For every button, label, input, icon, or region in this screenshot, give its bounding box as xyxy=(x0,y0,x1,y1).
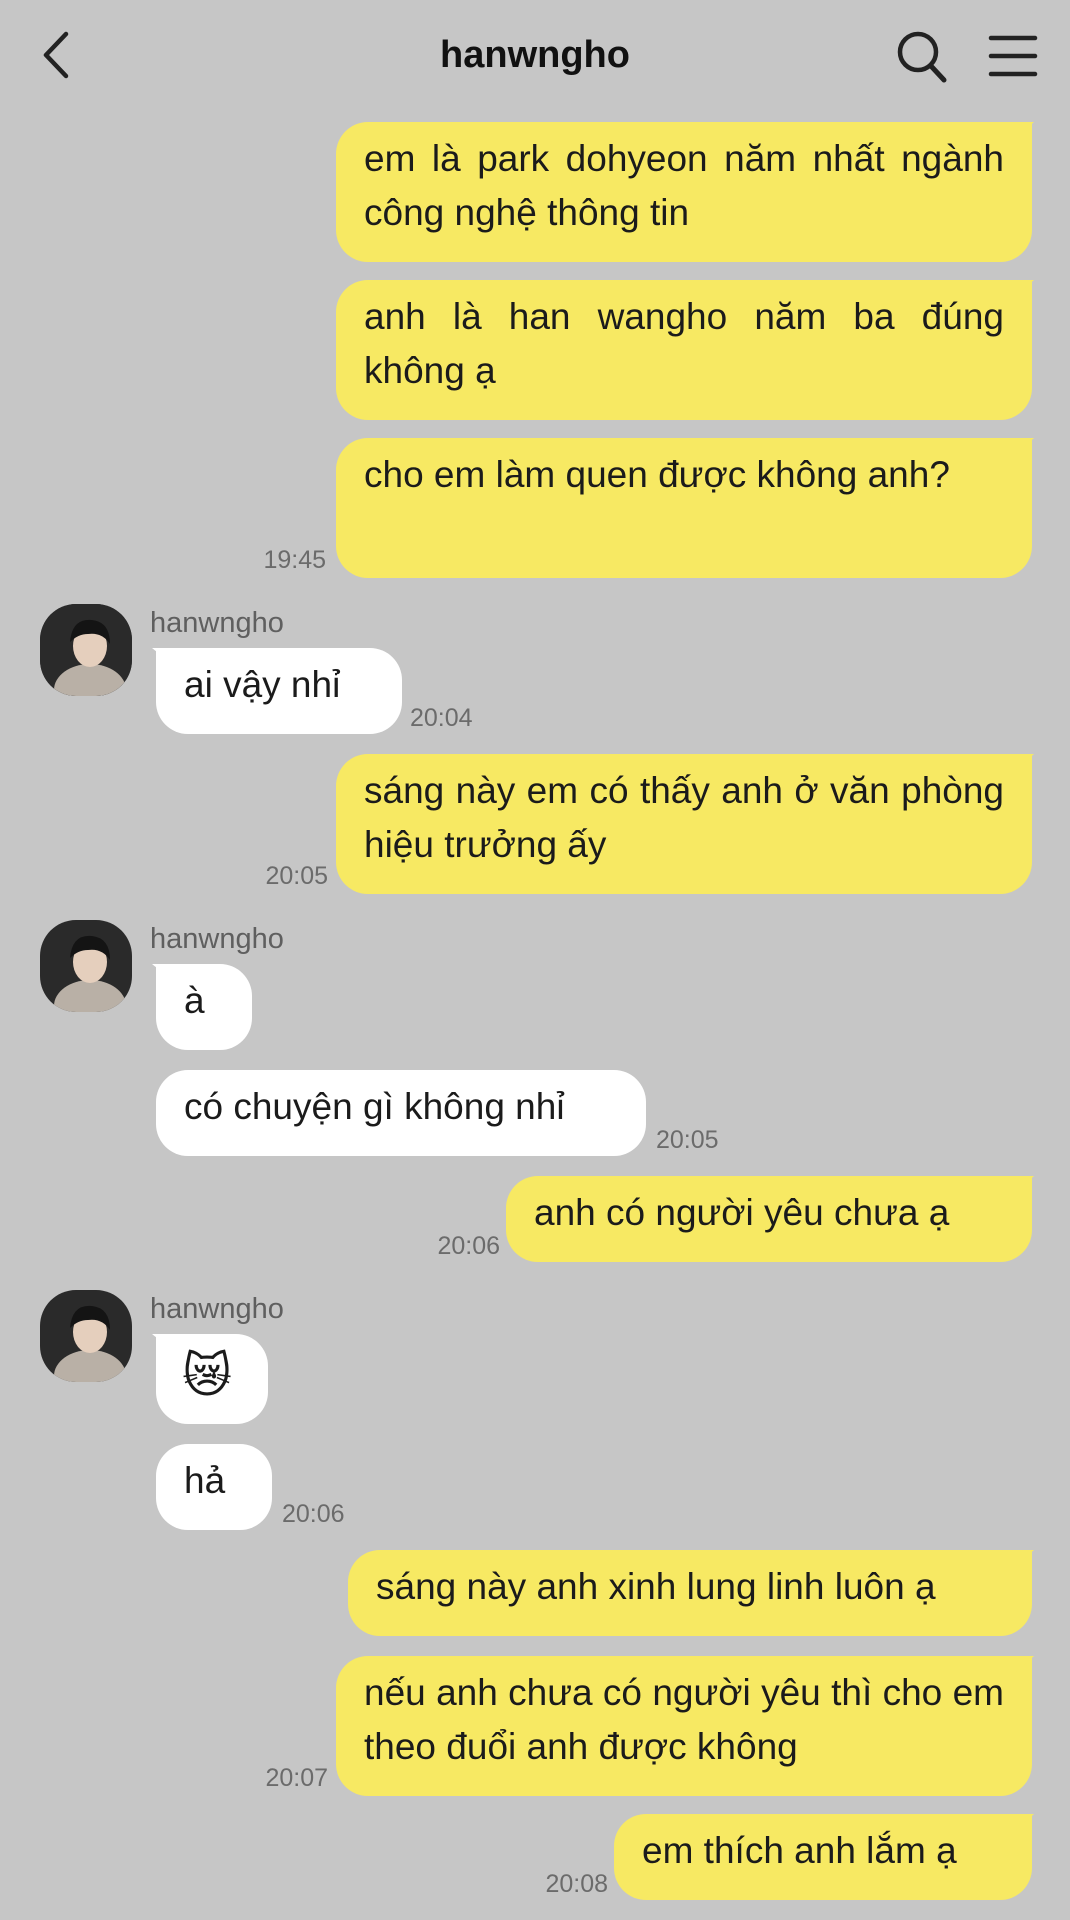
message-timestamp: 20:05 xyxy=(656,1126,719,1154)
menu-button[interactable] xyxy=(988,34,1038,78)
message-timestamp: 20:06 xyxy=(437,1232,500,1260)
sender-name: hanwngho xyxy=(150,1293,284,1325)
outgoing-message[interactable]: anh là han wangho năm ba đúng không ạ xyxy=(336,280,1032,420)
message-timestamp: 20:07 xyxy=(265,1764,328,1792)
outgoing-message[interactable]: sáng này em có thấy anh ở văn phòng hiệu… xyxy=(336,754,1032,894)
search-button[interactable] xyxy=(894,26,950,86)
avatar-photo xyxy=(40,920,132,1012)
outgoing-message[interactable]: sáng này anh xinh lung linh luôn ạ xyxy=(348,1550,1032,1636)
contact-avatar[interactable] xyxy=(40,604,132,696)
sender-name: hanwngho xyxy=(150,607,284,639)
contact-avatar[interactable] xyxy=(40,1290,132,1382)
outgoing-message[interactable]: cho em làm quen được không anh? xyxy=(336,438,1032,578)
incoming-message[interactable]: có chuyện gì không nhỉ xyxy=(156,1070,646,1156)
message-timestamp: 20:08 xyxy=(545,1870,608,1898)
incoming-message[interactable]: hả xyxy=(156,1444,272,1530)
avatar-photo xyxy=(40,604,132,696)
sender-name: hanwngho xyxy=(150,923,284,955)
message-timestamp: 19:45 xyxy=(263,546,326,574)
outgoing-message[interactable]: em thích anh lắm ạ xyxy=(614,1814,1032,1900)
contact-avatar[interactable] xyxy=(40,920,132,1012)
outgoing-message[interactable]: em là park dohyeon năm nhất ngành công n… xyxy=(336,122,1032,262)
message-timestamp: 20:06 xyxy=(282,1500,345,1528)
search-icon xyxy=(897,31,947,83)
outgoing-message[interactable]: anh có người yêu chưa ạ xyxy=(506,1176,1032,1262)
chat-header: hanwngho xyxy=(0,0,1070,112)
incoming-message[interactable]: ai vậy nhỉ xyxy=(156,648,402,734)
incoming-message[interactable]: à xyxy=(156,964,252,1050)
message-timestamp: 20:04 xyxy=(410,704,473,732)
message-timestamp: 20:05 xyxy=(265,862,328,890)
avatar-photo xyxy=(40,1290,132,1382)
incoming-message[interactable]: 😿 xyxy=(156,1334,268,1424)
hamburger-menu-icon xyxy=(988,35,1038,77)
outgoing-message[interactable]: nếu anh chưa có người yêu thì cho em the… xyxy=(336,1656,1032,1796)
